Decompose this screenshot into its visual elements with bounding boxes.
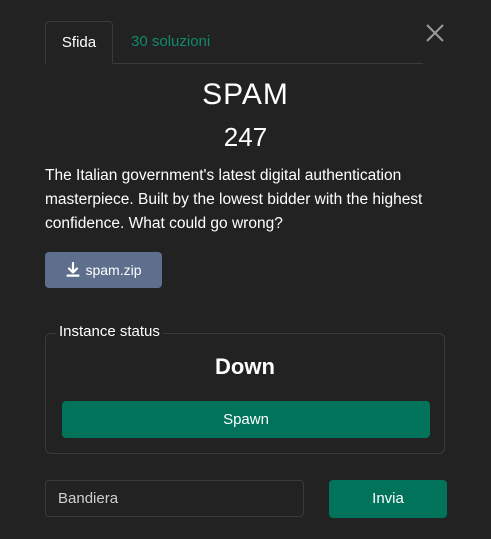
tab-bar: Sfida 30 soluzioni: [45, 21, 423, 64]
flag-input[interactable]: [45, 480, 304, 517]
download-file-button[interactable]: spam.zip: [45, 252, 162, 288]
challenge-points: 247: [223, 122, 268, 152]
instance-status-legend: Instance status: [56, 323, 163, 340]
challenge-modal: Sfida 30 soluzioni SPAM 247 The Italian …: [0, 0, 491, 539]
challenge-title: SPAM: [202, 78, 289, 111]
close-icon: [426, 24, 444, 42]
spawn-button[interactable]: Spawn: [62, 401, 430, 438]
instance-status-value: Down: [215, 354, 275, 379]
submit-button[interactable]: Invia: [329, 480, 447, 518]
download-file-label: spam.zip: [85, 262, 142, 278]
challenge-description: The Italian government's latest digital …: [45, 167, 423, 232]
tab-challenge[interactable]: Sfida: [45, 21, 113, 64]
download-icon: [66, 262, 80, 277]
close-button[interactable]: [422, 20, 448, 46]
tab-solves[interactable]: 30 soluzioni: [131, 21, 210, 63]
